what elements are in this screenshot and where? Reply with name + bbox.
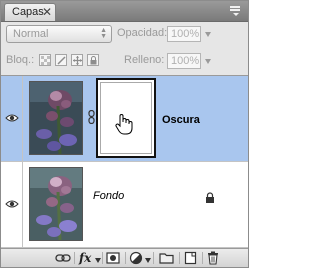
layer-thumbnail[interactable]	[29, 167, 83, 241]
stepper-arrows-icon: ▲ ▼	[100, 27, 107, 40]
layer-style-icon[interactable]: fx	[79, 251, 91, 265]
blend-mode-value: Normal	[13, 28, 49, 40]
panel-menu-icon[interactable]	[230, 6, 242, 16]
visibility-toggle[interactable]	[1, 162, 23, 247]
lock-label: Bloq.:	[6, 54, 35, 66]
delete-icon[interactable]	[207, 251, 219, 265]
link-layers-icon[interactable]	[55, 251, 71, 265]
new-group-icon[interactable]	[159, 251, 174, 265]
eye-icon	[5, 200, 19, 208]
lock-icon	[206, 192, 214, 203]
layer-row-fondo[interactable]: Fondo	[1, 162, 248, 248]
close-icon[interactable]: ✕	[42, 4, 52, 20]
layer-name: Fondo	[93, 190, 125, 202]
adjustment-layer-icon[interactable]	[129, 251, 143, 265]
lock-position-icon[interactable]	[71, 54, 83, 66]
eye-icon	[5, 114, 19, 122]
visibility-toggle[interactable]	[1, 76, 23, 161]
opacity-input[interactable]: 100%	[167, 26, 201, 42]
fill-dropdown-icon[interactable]	[205, 59, 211, 64]
tab-label: Capas	[12, 6, 44, 18]
fill-label: Relleno:	[124, 54, 165, 66]
layers-panel: Capas ✕ Normal ▲ ▼ Opacidad: 100% Bloq.: …	[0, 0, 249, 268]
adjustment-dropdown-icon[interactable]	[145, 258, 151, 263]
lock-all-icon[interactable]	[87, 54, 99, 66]
opacity-dropdown-icon[interactable]	[205, 32, 211, 37]
blend-mode-select[interactable]: Normal ▲ ▼	[6, 25, 112, 43]
mask-link-icon[interactable]	[88, 110, 95, 124]
opacity-label: Opacidad:	[117, 27, 168, 39]
lock-image-pixels-icon[interactable]	[55, 54, 67, 66]
add-mask-icon[interactable]	[106, 251, 120, 265]
panel-tab-bar: Capas ✕	[1, 1, 248, 22]
new-layer-icon[interactable]	[184, 251, 197, 265]
layer-list: Oscura Fondo	[1, 75, 248, 248]
fill-input[interactable]: 100%	[167, 53, 201, 69]
fx-dropdown-icon[interactable]	[95, 258, 101, 263]
tab-capas[interactable]: Capas ✕	[4, 3, 56, 21]
layer-row-oscura[interactable]: Oscura	[1, 76, 248, 162]
layer-thumbnail[interactable]	[29, 81, 83, 155]
hand-cursor-icon	[115, 114, 133, 135]
lock-transparent-pixels-icon[interactable]	[39, 54, 51, 66]
layers-toolbar: fx	[1, 248, 248, 267]
layer-name: Oscura	[162, 114, 200, 126]
